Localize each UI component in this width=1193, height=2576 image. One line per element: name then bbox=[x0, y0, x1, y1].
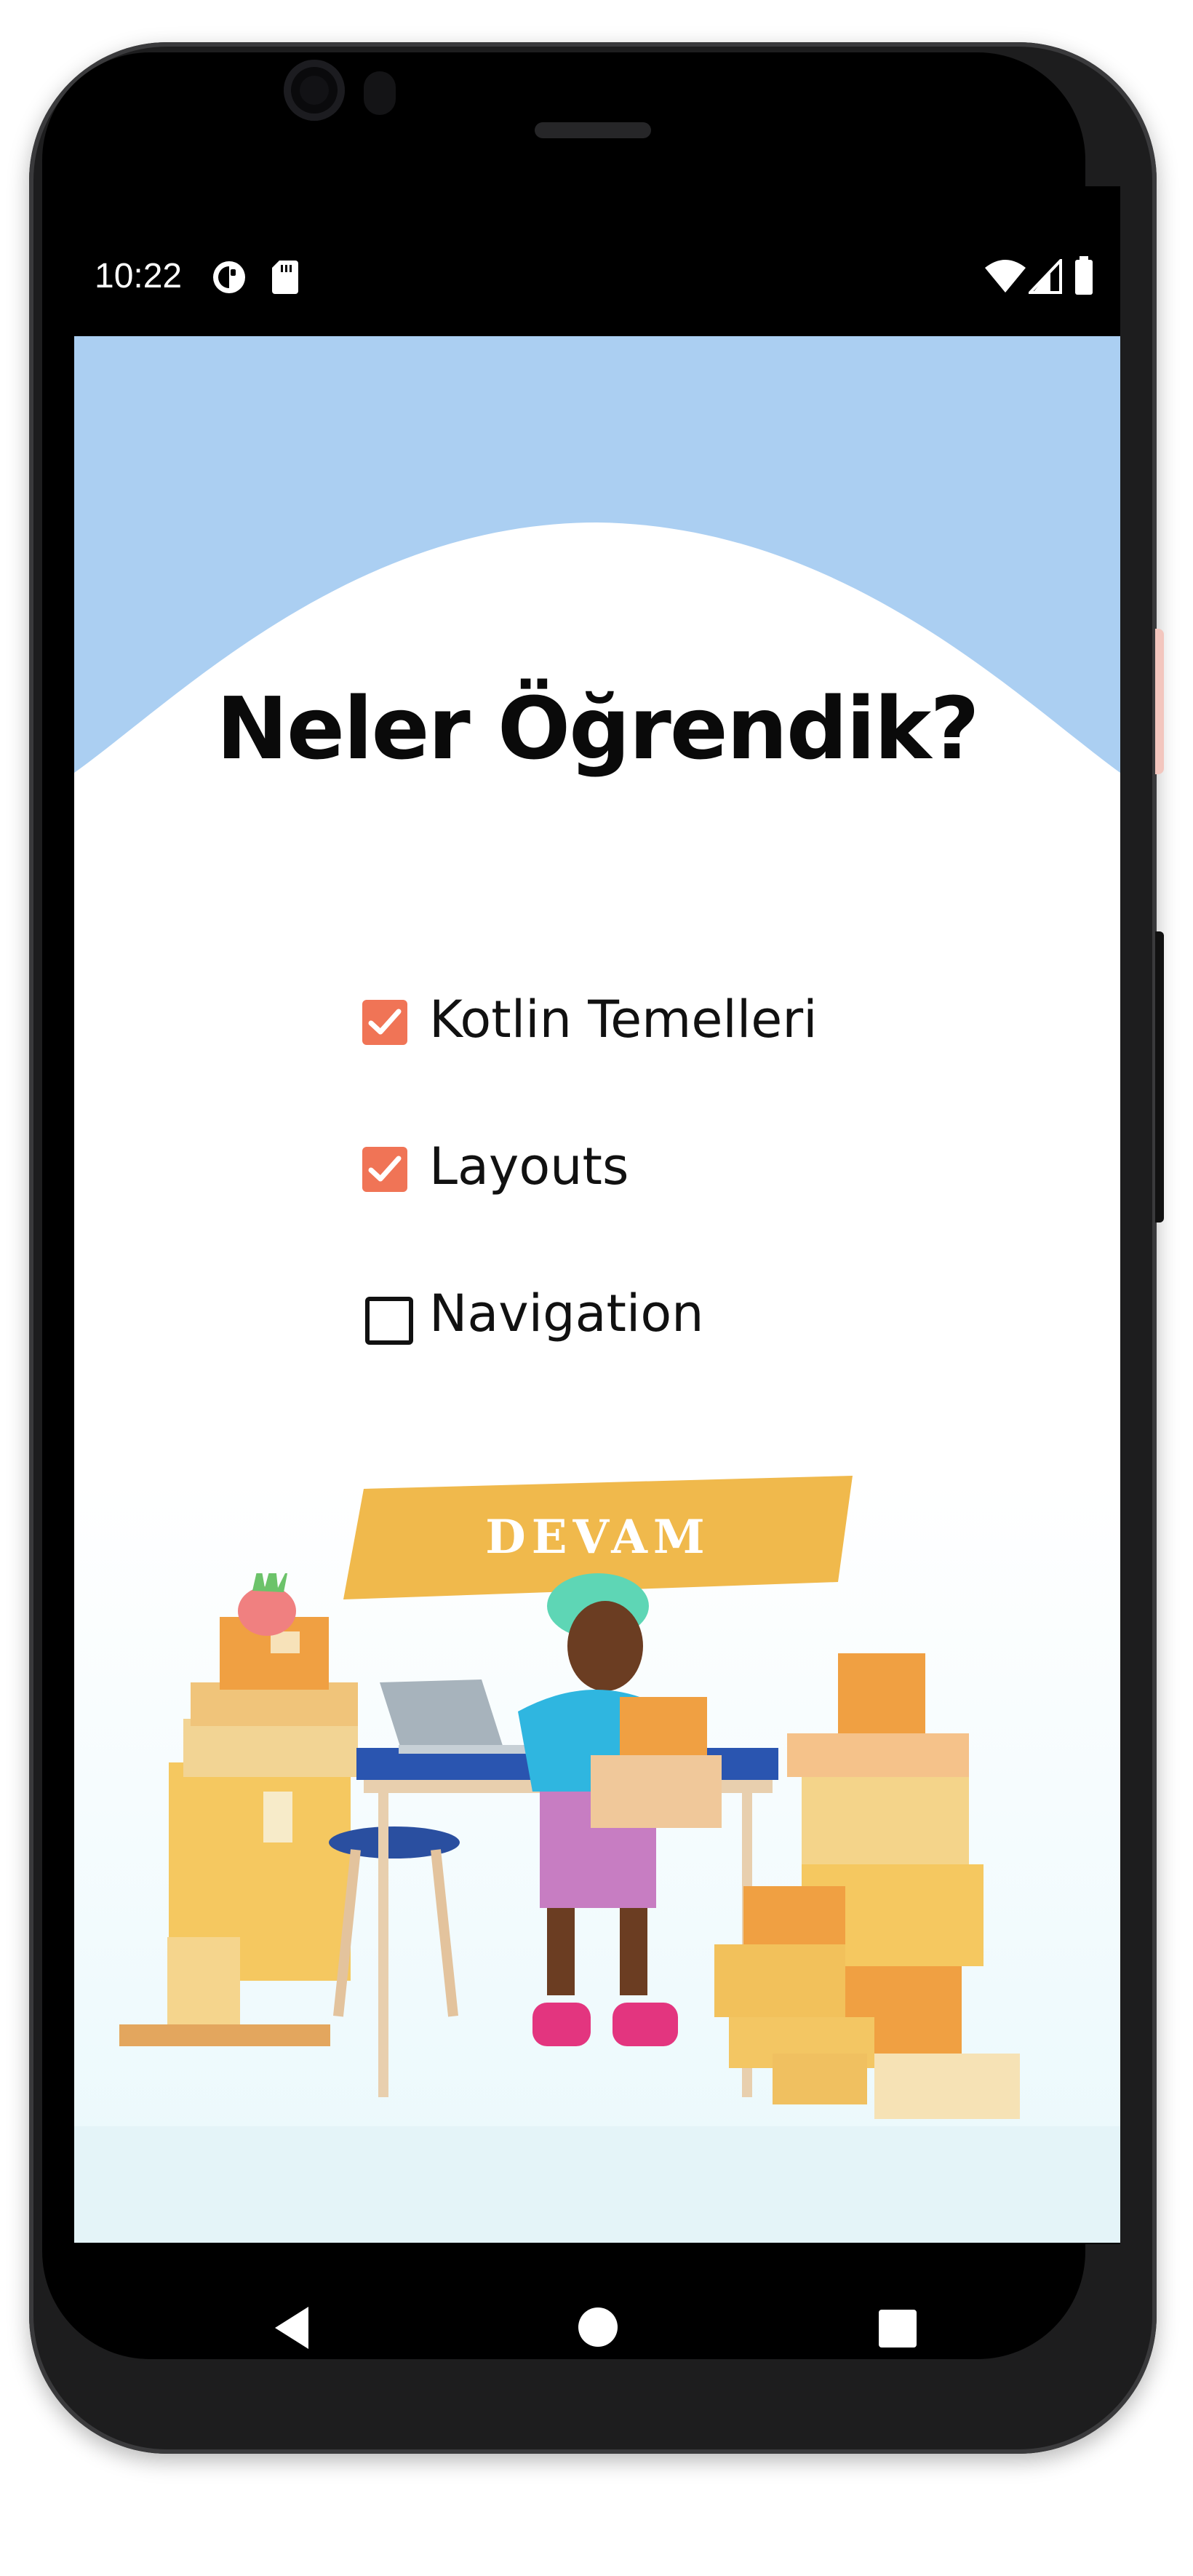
packing-illustration bbox=[74, 1573, 1120, 2243]
proximity-sensor bbox=[364, 71, 396, 115]
checklist-item-layouts[interactable]: Layouts bbox=[362, 1131, 915, 1211]
checkbox-unchecked[interactable] bbox=[365, 1297, 413, 1345]
volume-button bbox=[1155, 629, 1164, 774]
status-time: 10:22 bbox=[95, 257, 183, 295]
checklist-label: Layouts bbox=[429, 1137, 629, 1196]
checkmark-icon bbox=[368, 1009, 402, 1035]
device-screen: 10:22 Neler Öğrendik? Kotlin Temelleri L… bbox=[74, 186, 1120, 2244]
checklist-label: Kotlin Temelleri bbox=[429, 990, 818, 1049]
checkbox-checked[interactable] bbox=[362, 1000, 407, 1045]
wifi-icon bbox=[985, 260, 1026, 293]
back-icon[interactable] bbox=[271, 2304, 314, 2352]
status-bar: 10:22 bbox=[74, 186, 1120, 336]
cell-signal-icon bbox=[1029, 259, 1062, 294]
home-icon[interactable] bbox=[576, 2305, 620, 2349]
earpiece-speaker bbox=[535, 122, 651, 138]
recents-icon[interactable] bbox=[877, 2308, 918, 2349]
checklist-item-kotlin[interactable]: Kotlin Temelleri bbox=[362, 984, 915, 1064]
power-button bbox=[1155, 931, 1164, 1223]
app-screen: Neler Öğrendik? Kotlin Temelleri Layouts… bbox=[74, 336, 1120, 2243]
sd-card-icon bbox=[272, 261, 298, 294]
checklist-label: Navigation bbox=[429, 1284, 704, 1343]
front-camera-icon bbox=[284, 60, 345, 121]
checkbox-checked[interactable] bbox=[362, 1147, 407, 1192]
battery-icon bbox=[1075, 256, 1093, 295]
checkmark-icon bbox=[368, 1156, 402, 1182]
checklist-item-navigation[interactable]: Navigation bbox=[362, 1278, 915, 1358]
navigation-bar bbox=[74, 2244, 1120, 2426]
page-title: Neler Öğrendik? bbox=[216, 678, 979, 779]
data-saver-icon bbox=[213, 261, 245, 293]
